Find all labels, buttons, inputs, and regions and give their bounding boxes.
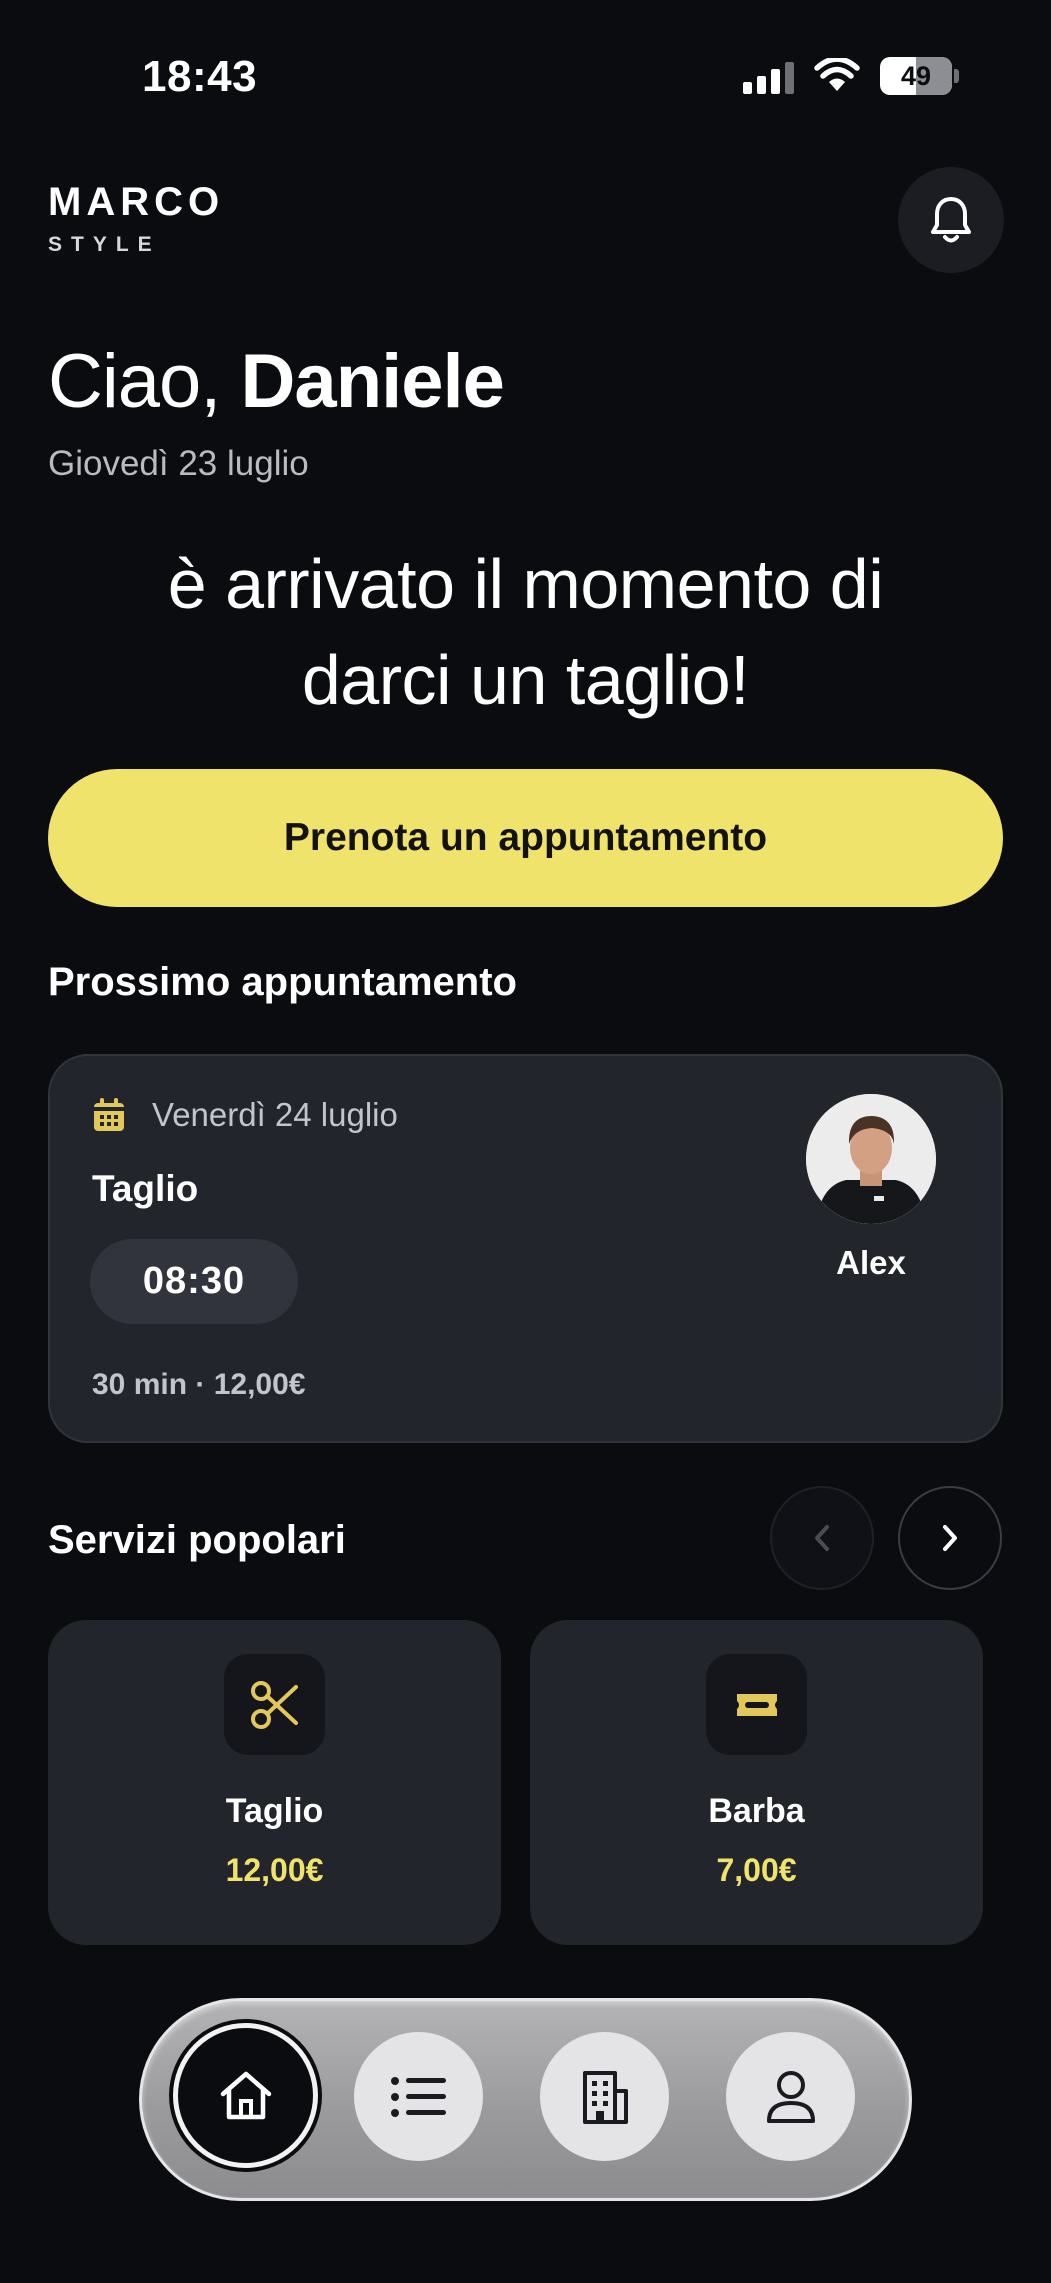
tab-shop[interactable]: [540, 2032, 669, 2161]
notifications-button[interactable]: [898, 167, 1004, 273]
list-icon: [390, 2076, 446, 2117]
service-price: 12,00€: [225, 1852, 324, 1888]
service-card-taglio[interactable]: Taglio 12,00€: [48, 1620, 501, 1945]
service-name: Taglio: [225, 1792, 324, 1830]
bottom-tab-bar: [139, 1998, 912, 2201]
appointment-time: 08:30: [90, 1239, 298, 1324]
next-appointment-title: Prossimo appuntamento: [48, 960, 517, 1004]
appointment-date: Venerdì 24 luglio: [152, 1096, 398, 1133]
next-appointment-card[interactable]: Venerdì 24 luglio Taglio 08:30 30 min · …: [48, 1054, 1003, 1443]
profile-icon: [766, 2070, 815, 2123]
greeting: Ciao, Daniele: [48, 338, 505, 425]
service-card-barba[interactable]: Barba 7,00€: [530, 1620, 983, 1945]
battery-level: 49: [900, 60, 932, 91]
wifi-icon: [814, 58, 860, 91]
brand-name: MARCO: [48, 180, 225, 224]
greeting-hello: Ciao,: [48, 339, 221, 424]
user-name: Daniele: [240, 339, 505, 424]
barber-photo: [806, 1094, 936, 1224]
tagline-line-2: darci un taglio!: [301, 641, 750, 719]
tagline-line-1: è arrivato il momento di: [167, 545, 884, 623]
carousel-prev-button[interactable]: [770, 1486, 874, 1590]
popular-services-title: Servizi popolari: [48, 1518, 346, 1562]
service-icon-box: [224, 1654, 325, 1755]
service-price: 7,00€: [716, 1852, 797, 1888]
tab-profile[interactable]: [726, 2032, 855, 2161]
cellular-signal-icon: [743, 58, 794, 94]
brand-logo: MARCO STYLE: [48, 180, 224, 257]
book-appointment-button[interactable]: Prenota un appuntamento: [48, 769, 1003, 907]
battery-icon: 49: [880, 57, 959, 95]
chevron-left-icon: [815, 1525, 829, 1551]
razor-icon: [736, 1693, 777, 1716]
tab-home[interactable]: [173, 2023, 318, 2168]
current-date: Giovedì 23 luglio: [48, 444, 309, 483]
status-time: 18:43: [142, 52, 258, 101]
bell-icon: [931, 197, 971, 243]
chevron-right-icon: [943, 1525, 957, 1551]
appointment-date-row: Venerdì 24 luglio: [92, 1096, 398, 1134]
appointment-service: Taglio: [92, 1168, 199, 1209]
brand-subtitle: STYLE: [48, 233, 161, 256]
scissors-icon: [250, 1680, 298, 1729]
status-icons: 49: [743, 56, 959, 96]
service-name: Barba: [708, 1792, 805, 1830]
carousel-next-button[interactable]: [898, 1486, 1002, 1590]
service-icon-box: [706, 1654, 807, 1755]
barber-avatar: [806, 1094, 936, 1224]
home-icon: [220, 2071, 271, 2119]
barber-name: Alex: [836, 1244, 906, 1281]
calendar-icon: [94, 1098, 124, 1131]
tab-list[interactable]: [354, 2032, 483, 2161]
building-icon: [582, 2070, 628, 2124]
tagline: è arrivato il momento di darci un taglio…: [0, 536, 1051, 728]
appointment-meta: 30 min · 12,00€: [92, 1368, 306, 1401]
